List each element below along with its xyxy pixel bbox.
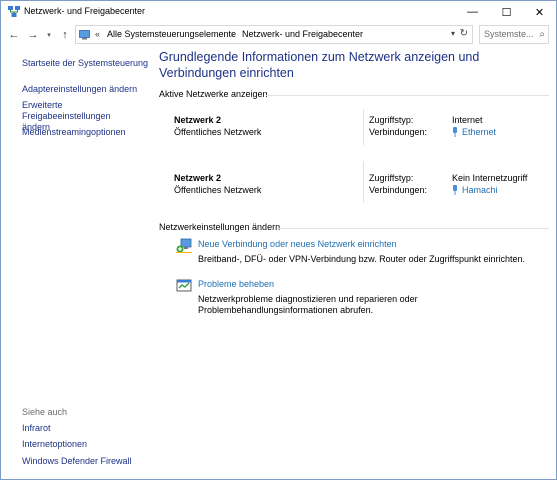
link-windows-defender-firewall[interactable]: Windows Defender Firewall <box>22 456 132 467</box>
breadcrumb-all-control-panel[interactable]: Alle Systemsteuerungselemente <box>107 29 236 39</box>
link-infrared[interactable]: Infrarot <box>22 423 51 434</box>
control-panel-icon <box>79 30 90 40</box>
network-divider <box>363 161 364 203</box>
new-connection-link[interactable]: Neue Verbindung oder neues Netzwerk einr… <box>198 239 397 249</box>
network-name: Netzwerk 2 <box>174 115 222 125</box>
connection-link-ethernet[interactable]: Ethernet <box>452 127 496 137</box>
window-title: Netzwerk- und Freigabecenter <box>24 6 146 16</box>
window: Netzwerk- und Freigabecenter — ☐ ✕ ← → ▾… <box>0 0 557 480</box>
change-settings-heading: Netzwerkeinstellungen ändern <box>159 222 281 232</box>
network-divider <box>363 109 364 145</box>
new-connection-icon[interactable] <box>176 238 192 254</box>
refresh-icon[interactable]: ↻ <box>460 28 468 39</box>
troubleshoot-description: Netzwerkprobleme diagnostizieren und rep… <box>198 294 418 315</box>
recent-locations-chevron-icon[interactable]: ▾ <box>42 27 56 43</box>
address-bar[interactable]: « Alle Systemsteuerungselemente › Netzwe… <box>75 25 473 44</box>
access-type-value: Internet <box>452 115 483 125</box>
main-content: Grundlegende Informationen zum Netzwerk … <box>159 47 549 479</box>
close-button[interactable]: ✕ <box>523 1 556 23</box>
navigation-bar: ← → ▾ ↑ « Alle Systemsteuerungselemente … <box>1 23 556 47</box>
left-pane: Startseite der Systemsteuerung Adapterei… <box>1 47 151 479</box>
search-icon[interactable]: ⌕ <box>539 29 545 40</box>
title-bar: Netzwerk- und Freigabecenter — ☐ ✕ <box>1 1 556 23</box>
minimize-button[interactable]: — <box>456 1 489 23</box>
connection-name[interactable]: Hamachi <box>462 185 498 195</box>
troubleshoot-link[interactable]: Probleme beheben <box>198 279 274 289</box>
connections-label: Verbindungen: <box>369 127 428 137</box>
connection-name[interactable]: Ethernet <box>462 127 496 137</box>
link-control-panel-home[interactable]: Startseite der Systemsteuerung <box>22 58 148 69</box>
link-change-adapter-settings[interactable]: Adaptereinstellungen ändern <box>22 84 137 95</box>
access-type-label: Zugriffstyp: <box>369 115 414 125</box>
back-arrow-icon[interactable]: ← <box>7 27 21 43</box>
page-title: Grundlegende Informationen zum Netzwerk … <box>159 50 480 80</box>
address-dropdown-icon[interactable]: ▾ <box>451 29 455 38</box>
forward-arrow-icon[interactable]: → <box>26 27 40 43</box>
troubleshoot-icon[interactable] <box>176 278 192 294</box>
see-also-heading: Siehe auch <box>22 407 68 417</box>
network-center-icon <box>8 6 20 17</box>
network-category: Öffentliches Netzwerk <box>174 185 262 195</box>
breadcrumb-network-center[interactable]: Netzwerk- und Freigabecenter <box>242 29 363 39</box>
connection-link-hamachi[interactable]: Hamachi <box>452 185 498 195</box>
link-media-streaming-options[interactable]: Medienstreamingoptionen <box>22 127 126 138</box>
active-networks-heading: Aktive Netzwerke anzeigen <box>159 89 268 99</box>
link-internet-options[interactable]: Internetoptionen <box>22 439 87 450</box>
network-category: Öffentliches Netzwerk <box>174 127 262 137</box>
up-arrow-icon[interactable]: ↑ <box>58 27 72 43</box>
access-type-value: Kein Internetzugriff <box>452 173 528 183</box>
ethernet-connection-icon <box>453 127 457 137</box>
section-divider <box>266 95 549 96</box>
access-type-label: Zugriffstyp: <box>369 173 414 183</box>
search-box[interactable]: ⌕ <box>479 25 549 44</box>
connections-label: Verbindungen: <box>369 185 428 195</box>
maximize-button[interactable]: ☐ <box>490 1 523 23</box>
hamachi-connection-icon <box>453 185 457 195</box>
section-divider <box>277 228 549 229</box>
breadcrumb-overflow-icon[interactable]: « <box>95 29 100 39</box>
new-connection-description: Breitband-, DFÜ- oder VPN-Verbindung bzw… <box>198 254 525 264</box>
search-input[interactable] <box>484 29 536 39</box>
network-name: Netzwerk 2 <box>174 173 222 183</box>
breadcrumb-separator-icon[interactable]: › <box>231 29 234 39</box>
